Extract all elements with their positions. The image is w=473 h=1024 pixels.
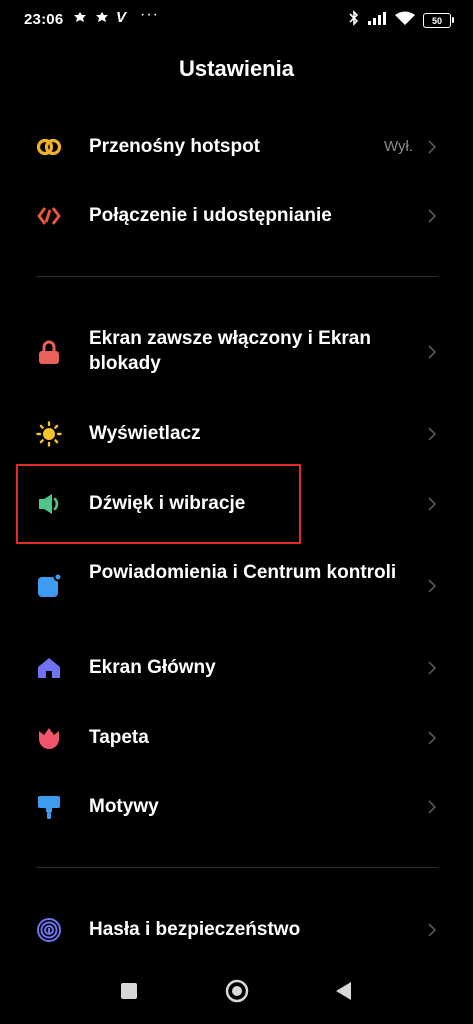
settings-item-lock-screen[interactable]: Ekran zawsze włączony i Ekran blokady xyxy=(0,314,473,390)
connection-sharing-icon xyxy=(36,203,62,229)
more-dots-icon: ··· xyxy=(140,6,159,23)
home-circle-icon[interactable] xyxy=(225,979,249,1008)
chevron-right-icon xyxy=(427,496,437,512)
notification-icon-2 xyxy=(94,10,110,29)
chevron-right-icon xyxy=(427,139,437,155)
settings-item-label: Tapeta xyxy=(89,727,149,748)
settings-item-home-screen[interactable]: Ekran Główny xyxy=(0,641,473,695)
hotspot-icon xyxy=(36,134,62,160)
settings-item-wallpaper[interactable]: Tapeta xyxy=(0,711,473,765)
battery-icon: 50 xyxy=(423,13,454,28)
divider xyxy=(36,276,438,277)
navigation-bar xyxy=(0,960,473,1024)
settings-item-label: Wyświetlacz xyxy=(89,423,201,444)
notification-icon xyxy=(72,10,88,29)
status-bar: 23:06 V ··· 50 xyxy=(0,0,473,40)
chevron-right-icon xyxy=(427,922,437,938)
divider xyxy=(36,867,438,868)
page-title: Ustawienia xyxy=(179,56,294,81)
settings-item-label: Motywy xyxy=(89,796,159,817)
signal-icon xyxy=(367,11,387,30)
settings-item-label: Powiadomienia i Centrum kontroli xyxy=(89,562,397,583)
settings-item-display[interactable]: Wyświetlacz xyxy=(0,407,473,461)
highlight-box xyxy=(16,464,301,544)
recents-square-icon[interactable] xyxy=(120,982,138,1005)
settings-item-connection-sharing[interactable]: Połączenie i udostępnianie xyxy=(0,189,473,243)
back-triangle-icon[interactable] xyxy=(334,981,352,1006)
chevron-right-icon xyxy=(427,426,437,442)
settings-item-label: Ekran Główny xyxy=(89,657,216,678)
settings-item-hotspot[interactable]: Przenośny hotspot Wył. xyxy=(0,120,473,174)
hotspot-status-value: Wył. xyxy=(383,138,413,155)
chevron-right-icon xyxy=(427,660,437,676)
chevron-right-icon xyxy=(427,208,437,224)
status-time: 23:06 xyxy=(24,11,64,28)
settings-item-label: Połączenie i udostępnianie xyxy=(89,205,332,226)
settings-item-passwords-security[interactable]: Hasła i bezpieczeństwo xyxy=(0,903,473,957)
v-app-icon: V xyxy=(116,9,127,26)
chevron-right-icon xyxy=(427,344,437,360)
settings-item-label: Ekran zawsze włączony i Ekran blokady xyxy=(89,328,371,374)
settings-item-label: Przenośny hotspot xyxy=(89,136,261,157)
chevron-right-icon xyxy=(427,578,437,594)
wallpaper-tulip-icon xyxy=(36,725,62,751)
chevron-right-icon xyxy=(427,730,437,746)
bluetooth-icon xyxy=(349,10,359,31)
chevron-right-icon xyxy=(427,799,437,815)
home-icon xyxy=(36,655,62,681)
themes-brush-icon xyxy=(36,794,62,820)
settings-item-notifications[interactable]: Powiadomienia i Centrum kontroli xyxy=(0,548,473,624)
fingerprint-icon xyxy=(36,917,62,943)
lock-icon xyxy=(36,339,62,365)
brightness-icon xyxy=(36,421,62,447)
notifications-icon xyxy=(36,572,63,599)
settings-item-themes[interactable]: Motywy xyxy=(0,780,473,834)
wifi-icon xyxy=(395,11,415,31)
settings-item-label: Hasła i bezpieczeństwo xyxy=(89,919,301,940)
